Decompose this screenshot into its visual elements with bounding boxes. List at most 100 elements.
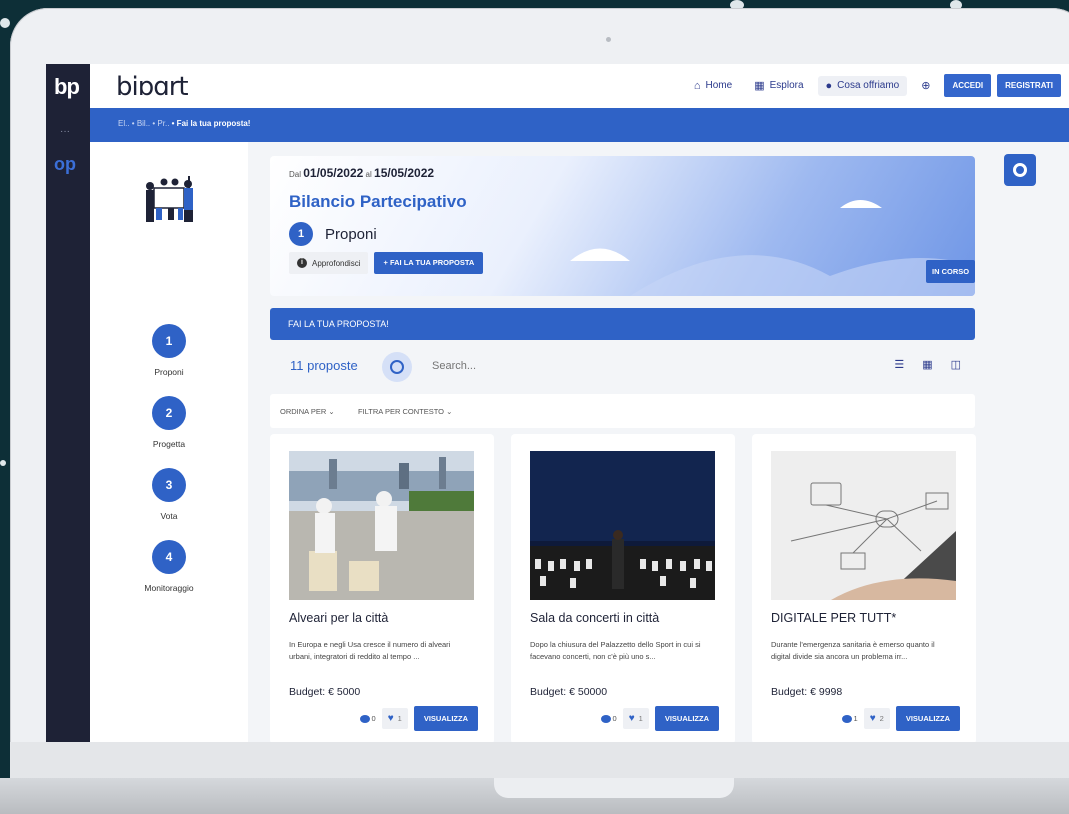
step-number: 3 — [152, 468, 186, 502]
list-view-icon[interactable]: ☰ — [894, 358, 904, 371]
view-button[interactable]: VISUALIZZA — [895, 706, 960, 731]
date-to: 15/05/2022 — [374, 166, 435, 180]
filter-bar: ORDINA PER ⌄ FILTRA PER CONTESTO ⌄ — [270, 394, 975, 428]
card-actions: 0 ♥ 1 VISUALIZZA — [359, 706, 478, 731]
proposal-description: In Europa e negli Usa cresce il numero d… — [289, 640, 451, 661]
login-button[interactable]: ACCEDI — [944, 74, 992, 97]
rail-logo[interactable]: bp — [54, 74, 80, 100]
hero-actions: i Approfondisci + FAI LA TUA PROPOSTA — [289, 252, 484, 274]
learn-more-button[interactable]: i Approfondisci — [289, 252, 369, 274]
proposal-title[interactable]: Sala da concerti in città — [530, 611, 659, 625]
comment-icon — [600, 714, 611, 723]
phase-hero: Dal 01/05/2022 al 15/05/2022 Bilancio Pa… — [270, 156, 975, 296]
date-from-prefix: Dal — [289, 170, 302, 179]
hero-dates: Dal 01/05/2022 al 15/05/2022 — [289, 166, 434, 180]
breadcrumb-item[interactable]: • Pr.. — [152, 119, 169, 128]
comment-count-value: 0 — [371, 714, 376, 723]
nav-offer-label: Cosa offriamo — [837, 80, 900, 91]
background-dot — [0, 18, 10, 28]
date-from: 01/05/2022 — [303, 166, 364, 180]
like-button[interactable]: ♥ 2 — [863, 708, 890, 729]
proposal-image — [289, 451, 474, 600]
heart-icon: ♥ — [387, 713, 394, 724]
like-button[interactable]: ♥ 1 — [381, 708, 408, 729]
order-by-dropdown[interactable]: ORDINA PER ⌄ — [280, 407, 335, 416]
like-button[interactable]: ♥ 1 — [622, 708, 649, 729]
main-nav: ⌂ Home ▦ Esplora ● Cosa offriamo ⊕ ACCEDI R… — [686, 74, 1061, 97]
step-label: Proponi — [154, 367, 184, 377]
phase-step[interactable]: 3 Vota — [90, 468, 248, 521]
proposal-card[interactable]: DIGITALE PER TUTT* Durante l'emergenza s… — [752, 434, 976, 742]
step-number: 4 — [152, 540, 186, 574]
map-view-icon[interactable]: ◫ — [951, 358, 961, 371]
breadcrumb-item[interactable]: • Bil.. — [132, 119, 150, 128]
brand-logo[interactable]: biɒɑrt — [116, 72, 189, 102]
step-number: 1 — [152, 324, 186, 358]
proposal-count: 11 proposte — [290, 358, 358, 373]
proposal-budget: Budget: € 9998 — [771, 686, 843, 698]
comment-count: 0 — [600, 714, 617, 723]
phase-step[interactable]: 1 Proponi — [90, 324, 248, 377]
participants-illustration — [146, 176, 193, 222]
help-button[interactable] — [1004, 154, 1036, 186]
globe-icon: ⊕ — [921, 80, 931, 92]
nav-home[interactable]: ⌂ Home — [686, 76, 740, 96]
card-actions: 0 ♥ 1 VISUALIZZA — [600, 706, 719, 731]
app-screen: bp ··· op biɒɑrt ⌂ Home ▦ Esplora ● Cosa of… — [46, 64, 1069, 742]
rail-more-icon[interactable]: ··· — [60, 126, 70, 137]
phase-step[interactable]: 2 Progetta — [90, 396, 248, 449]
nav-home-label: Home — [705, 80, 733, 91]
proposal-image — [771, 451, 956, 600]
phase-step[interactable]: 4 Monitoraggio — [90, 540, 248, 593]
background-dot — [0, 460, 6, 466]
step-number: 2 — [152, 396, 186, 430]
view-switcher: ☰ ▦ ◫ — [894, 358, 961, 371]
proposal-card[interactable]: Alveari per la città In Europa e negli U… — [270, 434, 494, 742]
register-button[interactable]: REGISTRATI — [997, 74, 1061, 97]
proposal-title[interactable]: DIGITALE PER TUTT* — [771, 611, 896, 625]
current-phase: 1 Proponi — [289, 222, 377, 246]
grid-view-icon[interactable]: ▦ — [922, 358, 932, 371]
laptop-camera — [606, 37, 611, 42]
comment-count-value: 0 — [612, 714, 617, 723]
hero-title: Bilancio Partecipativo — [289, 192, 467, 211]
context-filter-dropdown[interactable]: FILTRA PER CONTESTO ⌄ — [358, 407, 452, 416]
view-button[interactable]: VISUALIZZA — [413, 706, 478, 731]
nav-explore-label: Esplora — [769, 80, 804, 91]
app-rail: bp ··· op — [46, 64, 90, 742]
step-label: Progetta — [152, 439, 186, 449]
proposal-title[interactable]: Alveari per la città — [289, 611, 388, 625]
comment-count-value: 1 — [853, 714, 858, 723]
info-icon: ● — [825, 79, 833, 92]
language-button[interactable]: ⊕ — [913, 75, 938, 96]
learn-more-label: Approfondisci — [312, 258, 361, 268]
nav-explore[interactable]: ▦ Esplora — [746, 75, 811, 96]
heart-icon: ♥ — [628, 713, 635, 724]
propose-button[interactable]: + FAI LA TUA PROPOSTA — [374, 252, 484, 274]
like-count: 1 — [397, 714, 402, 723]
grid-icon: ▦ — [754, 80, 765, 92]
phase-number: 1 — [289, 222, 313, 246]
search-button[interactable] — [382, 352, 412, 382]
step-label: Vota — [160, 511, 178, 521]
like-count: 2 — [879, 714, 884, 723]
nav-offer[interactable]: ● Cosa offriamo — [817, 75, 908, 96]
breadcrumb: El.. • Bil.. • Pr.. • Fai la tua propost… — [118, 119, 250, 128]
lifebuoy-icon — [1013, 163, 1027, 177]
search-input[interactable] — [430, 359, 554, 373]
proposal-budget: Budget: € 50000 — [530, 686, 608, 698]
phase-label: Proponi — [325, 225, 377, 243]
laptop-notch — [494, 778, 734, 798]
info-icon: i — [297, 258, 307, 268]
rail-app-icon[interactable]: op — [54, 154, 76, 175]
comment-icon — [841, 714, 852, 723]
breadcrumb-item[interactable]: El.. — [118, 119, 130, 128]
proposal-card[interactable]: Sala da concerti in città Dopo la chiusu… — [511, 434, 735, 742]
proposal-budget: Budget: € 5000 — [289, 686, 361, 698]
top-navbar: biɒɑrt ⌂ Home ▦ Esplora ● Cosa offriamo ⊕ A… — [90, 64, 1069, 108]
comment-count: 0 — [359, 714, 376, 723]
propose-label: FAI LA TUA PROPOSTA — [389, 258, 475, 267]
comment-count: 1 — [841, 714, 858, 723]
laptop-bezel — [10, 742, 1069, 778]
view-button[interactable]: VISUALIZZA — [654, 706, 719, 731]
